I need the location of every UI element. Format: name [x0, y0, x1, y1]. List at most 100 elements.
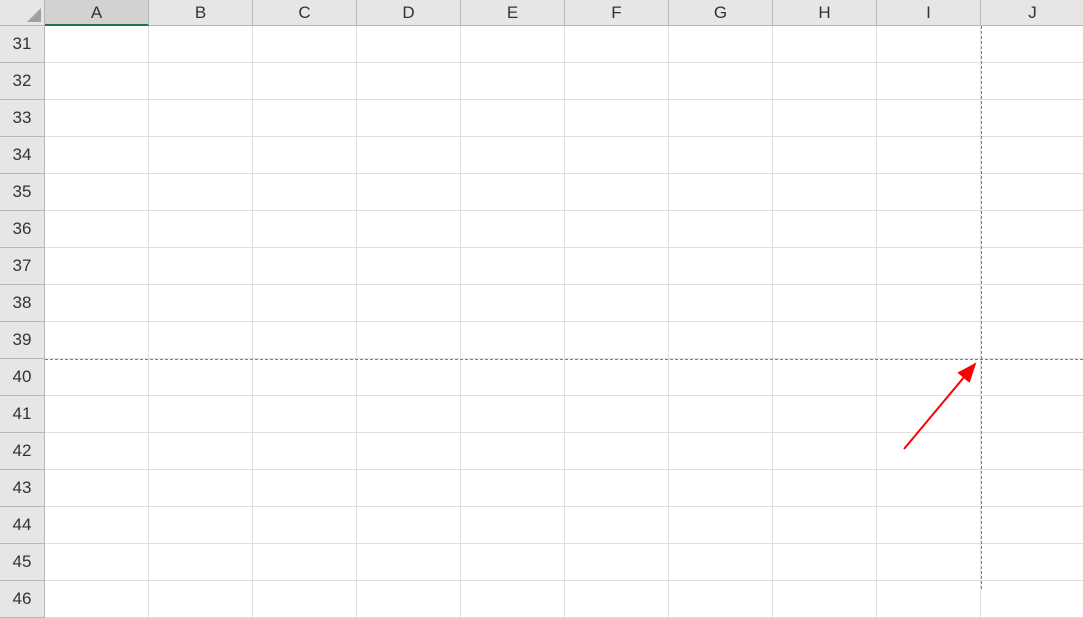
cell-D42[interactable]	[357, 433, 461, 470]
cell-D31[interactable]	[357, 26, 461, 63]
cell-B45[interactable]	[149, 544, 253, 581]
cell-E44[interactable]	[461, 507, 565, 544]
row-header-39[interactable]: 39	[0, 322, 45, 359]
cell-I34[interactable]	[877, 137, 981, 174]
cell-F42[interactable]	[565, 433, 669, 470]
cell-A34[interactable]	[45, 137, 149, 174]
cell-C43[interactable]	[253, 470, 357, 507]
cell-I44[interactable]	[877, 507, 981, 544]
row-header-40[interactable]: 40	[0, 359, 45, 396]
cell-E41[interactable]	[461, 396, 565, 433]
cell-A38[interactable]	[45, 285, 149, 322]
cell-F41[interactable]	[565, 396, 669, 433]
cell-I35[interactable]	[877, 174, 981, 211]
row-header-33[interactable]: 33	[0, 100, 45, 137]
row-header-46[interactable]: 46	[0, 581, 45, 618]
cell-G37[interactable]	[669, 248, 773, 285]
cell-A41[interactable]	[45, 396, 149, 433]
cell-G45[interactable]	[669, 544, 773, 581]
column-header-g[interactable]: G	[669, 0, 773, 26]
cell-G44[interactable]	[669, 507, 773, 544]
cell-H37[interactable]	[773, 248, 877, 285]
cell-J44[interactable]	[981, 507, 1083, 544]
cell-F44[interactable]	[565, 507, 669, 544]
cell-D40[interactable]	[357, 359, 461, 396]
cell-F35[interactable]	[565, 174, 669, 211]
cell-B32[interactable]	[149, 63, 253, 100]
cell-B34[interactable]	[149, 137, 253, 174]
column-header-e[interactable]: E	[461, 0, 565, 26]
column-header-i[interactable]: I	[877, 0, 981, 26]
cell-C38[interactable]	[253, 285, 357, 322]
cell-D34[interactable]	[357, 137, 461, 174]
cell-D32[interactable]	[357, 63, 461, 100]
cell-E33[interactable]	[461, 100, 565, 137]
cell-I33[interactable]	[877, 100, 981, 137]
cell-B44[interactable]	[149, 507, 253, 544]
cell-E31[interactable]	[461, 26, 565, 63]
cell-H40[interactable]	[773, 359, 877, 396]
cell-J39[interactable]	[981, 322, 1083, 359]
cell-F43[interactable]	[565, 470, 669, 507]
cell-B38[interactable]	[149, 285, 253, 322]
cell-F34[interactable]	[565, 137, 669, 174]
cell-E36[interactable]	[461, 211, 565, 248]
cell-F46[interactable]	[565, 581, 669, 618]
column-header-c[interactable]: C	[253, 0, 357, 26]
cell-E35[interactable]	[461, 174, 565, 211]
cell-F32[interactable]	[565, 63, 669, 100]
cell-C37[interactable]	[253, 248, 357, 285]
cell-E32[interactable]	[461, 63, 565, 100]
cell-I36[interactable]	[877, 211, 981, 248]
cell-B37[interactable]	[149, 248, 253, 285]
cell-F36[interactable]	[565, 211, 669, 248]
cell-I38[interactable]	[877, 285, 981, 322]
cell-J43[interactable]	[981, 470, 1083, 507]
cell-H41[interactable]	[773, 396, 877, 433]
cell-A46[interactable]	[45, 581, 149, 618]
row-header-36[interactable]: 36	[0, 211, 45, 248]
cell-F45[interactable]	[565, 544, 669, 581]
cell-C35[interactable]	[253, 174, 357, 211]
cell-A39[interactable]	[45, 322, 149, 359]
cell-G32[interactable]	[669, 63, 773, 100]
cell-H46[interactable]	[773, 581, 877, 618]
cell-E45[interactable]	[461, 544, 565, 581]
cell-C36[interactable]	[253, 211, 357, 248]
row-header-32[interactable]: 32	[0, 63, 45, 100]
cell-I39[interactable]	[877, 322, 981, 359]
cell-F33[interactable]	[565, 100, 669, 137]
cell-I40[interactable]	[877, 359, 981, 396]
column-header-h[interactable]: H	[773, 0, 877, 26]
cell-H38[interactable]	[773, 285, 877, 322]
cell-D37[interactable]	[357, 248, 461, 285]
cell-B46[interactable]	[149, 581, 253, 618]
cell-H31[interactable]	[773, 26, 877, 63]
row-header-38[interactable]: 38	[0, 285, 45, 322]
row-header-35[interactable]: 35	[0, 174, 45, 211]
cell-J41[interactable]	[981, 396, 1083, 433]
row-header-42[interactable]: 42	[0, 433, 45, 470]
column-header-j[interactable]: J	[981, 0, 1083, 26]
cell-C41[interactable]	[253, 396, 357, 433]
cell-H42[interactable]	[773, 433, 877, 470]
column-header-d[interactable]: D	[357, 0, 461, 26]
cell-G35[interactable]	[669, 174, 773, 211]
cell-J46[interactable]	[981, 581, 1083, 618]
select-all-corner[interactable]	[0, 0, 45, 26]
cell-H45[interactable]	[773, 544, 877, 581]
cell-G34[interactable]	[669, 137, 773, 174]
cell-F38[interactable]	[565, 285, 669, 322]
cell-D35[interactable]	[357, 174, 461, 211]
cell-B41[interactable]	[149, 396, 253, 433]
cell-G46[interactable]	[669, 581, 773, 618]
cell-J31[interactable]	[981, 26, 1083, 63]
cell-A42[interactable]	[45, 433, 149, 470]
cell-I46[interactable]	[877, 581, 981, 618]
cell-A36[interactable]	[45, 211, 149, 248]
cell-J37[interactable]	[981, 248, 1083, 285]
cell-C31[interactable]	[253, 26, 357, 63]
cell-D44[interactable]	[357, 507, 461, 544]
cell-A37[interactable]	[45, 248, 149, 285]
column-header-a[interactable]: A	[45, 0, 149, 26]
